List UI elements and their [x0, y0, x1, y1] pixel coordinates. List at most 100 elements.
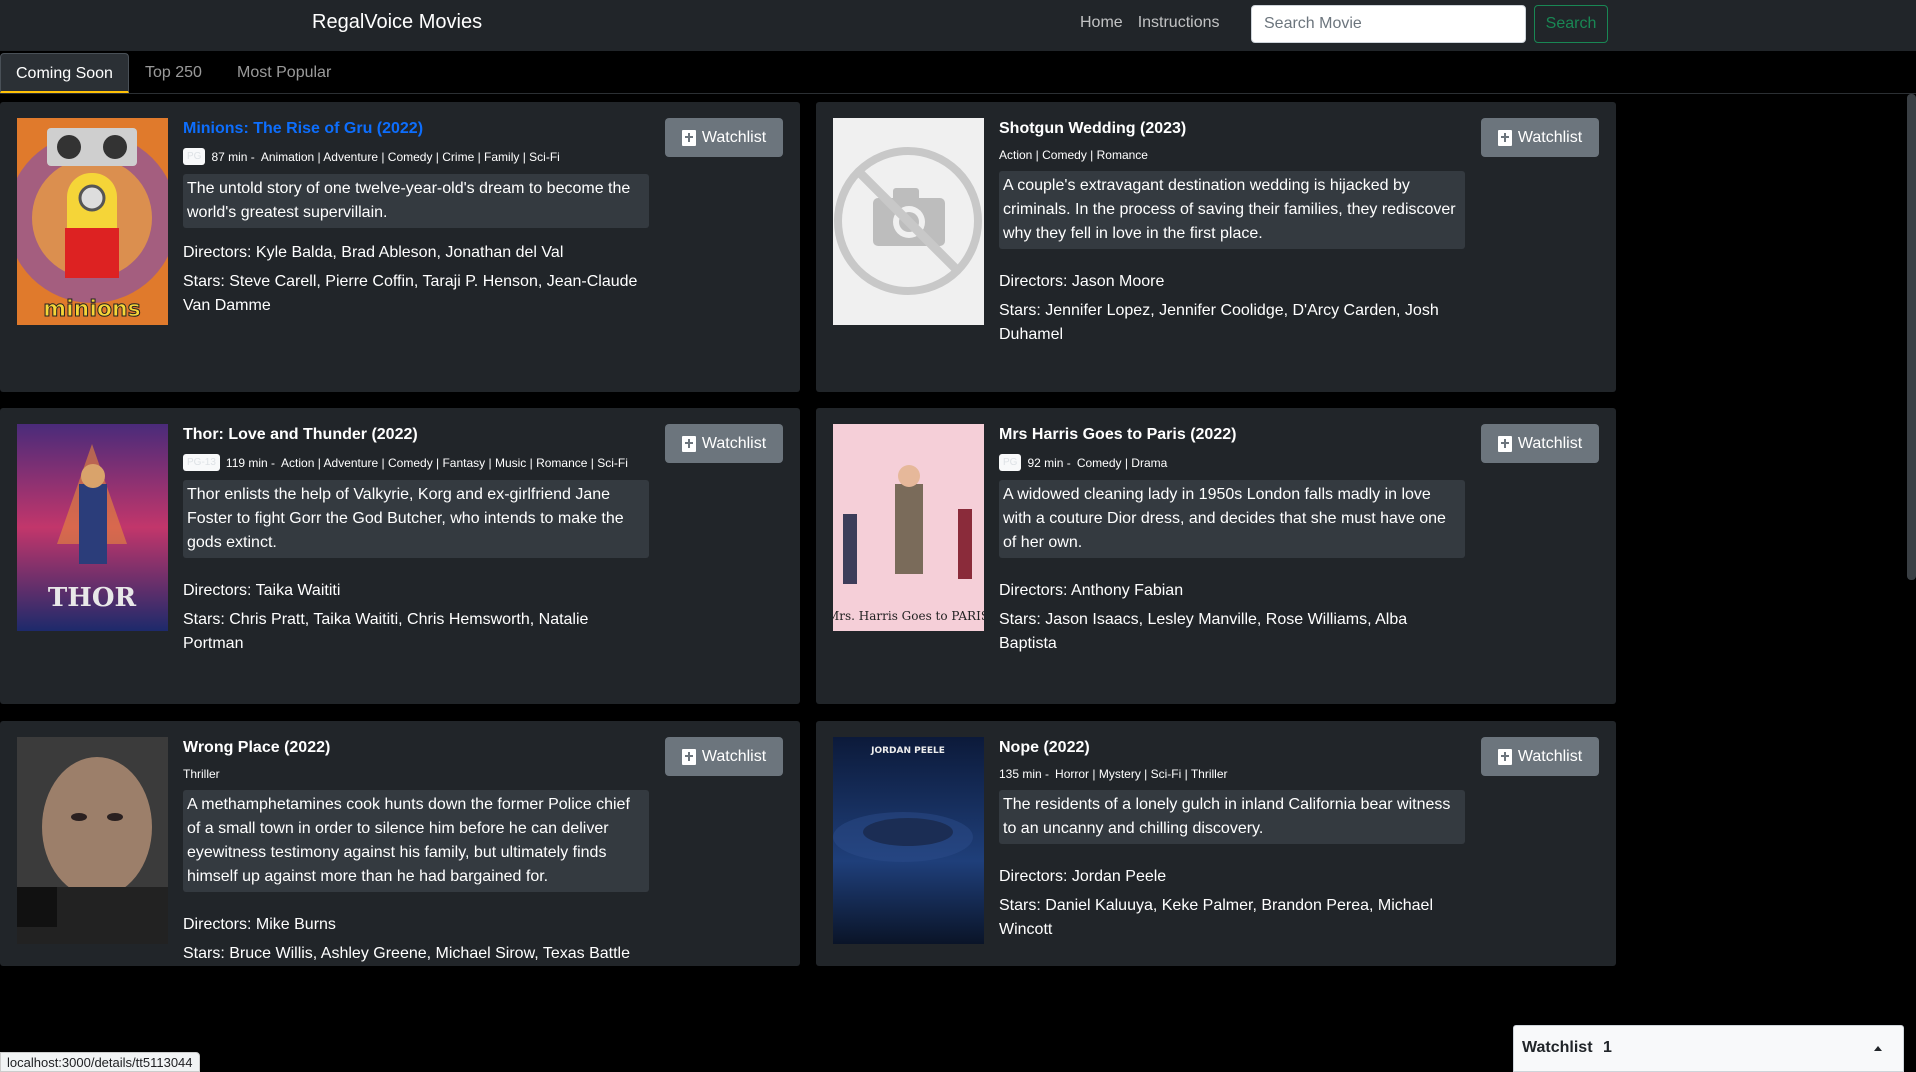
nav-instructions-link[interactable]: Instructions: [1138, 14, 1220, 32]
movie-info: Wrong Place (2022) Thriller A methamphet…: [183, 739, 649, 966]
movie-stars: Stars: Bruce Willis, Ashley Greene, Mich…: [183, 945, 630, 962]
movie-meta: 135 min - Horror | Mystery | Sci-Fi | Th…: [999, 767, 1465, 781]
movie-genres: Action | Adventure | Comedy | Fantasy | …: [281, 455, 628, 470]
tab-most-popular[interactable]: Most Popular: [222, 53, 346, 93]
movie-directors: Directors: Taika Waititi: [183, 582, 341, 599]
watchlist-panel[interactable]: Watchlist 1: [1513, 1025, 1904, 1072]
movie-card: THOR Thor: Love and Thunder (2022) PG-13…: [0, 408, 800, 704]
bookmark-plus-icon: [1497, 129, 1512, 146]
movie-description: The residents of a lonely gulch in inlan…: [999, 790, 1465, 844]
movie-genres: Comedy | Drama: [1076, 455, 1168, 470]
movie-poster[interactable]: minions: [17, 118, 168, 325]
movie-meta: PG-13 119 min - Action | Adventure | Com…: [183, 454, 649, 471]
bookmark-plus-icon: [681, 129, 696, 146]
movie-meta: Thriller: [183, 767, 649, 781]
movie-title[interactable]: Nope (2022): [999, 739, 1465, 757]
status-bar-url: localhost:3000/details/tt5113044: [0, 1052, 200, 1072]
movie-stars: Stars: Daniel Kaluuya, Keke Palmer, Bran…: [999, 897, 1434, 938]
add-to-watchlist-button[interactable]: Watchlist: [665, 118, 783, 157]
movie-title[interactable]: Wrong Place (2022): [183, 739, 649, 757]
movie-genres: Thriller: [183, 767, 220, 781]
movie-stars: Stars: Chris Pratt, Taika Waititi, Chris…: [183, 611, 589, 652]
watchlist-button-label: Watchlist: [701, 434, 767, 452]
movie-directors: Directors: Jason Moore: [999, 273, 1165, 290]
movie-info: Minions: The Rise of Gru (2022) PG 87 mi…: [183, 120, 649, 318]
rating-badge: PG: [183, 148, 206, 165]
tab-coming-soon[interactable]: Coming Soon: [0, 53, 129, 93]
rating-badge: PG: [999, 454, 1022, 471]
movie-genres: Animation | Adventure | Comedy | Crime |…: [260, 149, 560, 164]
search-button[interactable]: Search: [1534, 5, 1608, 43]
add-to-watchlist-button[interactable]: Watchlist: [1481, 737, 1599, 776]
poster-logo-text: JORDAN PEELE: [870, 746, 945, 756]
poster-logo-text: Mrs. Harris Goes to PARIS: [833, 609, 984, 623]
no-image-placeholder-icon[interactable]: [833, 118, 984, 325]
movie-card: Shotgun Wedding (2023) Action | Comedy |…: [816, 102, 1616, 392]
search-input[interactable]: Search Movie: [1251, 5, 1526, 43]
watchlist-button-label: Watchlist: [1517, 747, 1583, 765]
add-to-watchlist-button[interactable]: Watchlist: [1481, 424, 1599, 463]
bookmark-plus-icon: [1497, 748, 1512, 765]
add-to-watchlist-button[interactable]: Watchlist: [665, 737, 783, 776]
nav-links: Home Instructions: [1080, 14, 1220, 32]
movie-info: Thor: Love and Thunder (2022) PG-13 119 …: [183, 426, 649, 656]
brand-title[interactable]: RegalVoice Movies: [312, 11, 482, 34]
movie-meta: PG 92 min - Comedy | Drama: [999, 454, 1465, 471]
watchlist-panel-label: Watchlist: [1522, 1039, 1593, 1056]
movie-genres: Action | Comedy | Romance: [999, 148, 1148, 162]
movie-info: Nope (2022) 135 min - Horror | Mystery |…: [999, 739, 1465, 942]
movie-card: Mrs. Harris Goes to PARIS Mrs Harris Goe…: [816, 408, 1616, 704]
movie-runtime: 92 min -: [1027, 455, 1071, 470]
bookmark-plus-icon: [681, 748, 696, 765]
movie-description: The untold story of one twelve-year-old'…: [183, 174, 649, 228]
movie-stars: Stars: Jennifer Lopez, Jennifer Coolidge…: [999, 302, 1439, 343]
watchlist-button-label: Watchlist: [1517, 434, 1583, 452]
movie-stars: Stars: Steve Carell, Pierre Coffin, Tara…: [183, 273, 638, 314]
poster-logo-text: THOR: [48, 583, 137, 613]
movie-description: A couple's extravagant destination weddi…: [999, 171, 1465, 249]
add-to-watchlist-button[interactable]: Watchlist: [1481, 118, 1599, 157]
movie-card: Wrong Place (2022) Thriller A methamphet…: [0, 721, 800, 966]
add-to-watchlist-button[interactable]: Watchlist: [665, 424, 783, 463]
bookmark-plus-icon: [1497, 435, 1512, 452]
movie-directors: Directors: Mike Burns: [183, 916, 336, 933]
movie-description: A methamphetamines cook hunts down the f…: [183, 790, 649, 892]
movie-info: Mrs Harris Goes to Paris (2022) PG 92 mi…: [999, 426, 1465, 656]
nav-home-link[interactable]: Home: [1080, 14, 1123, 32]
watchlist-button-label: Watchlist: [1517, 128, 1583, 146]
movie-card: minions Minions: The Rise of Gru (2022) …: [0, 102, 800, 392]
caret-up-icon[interactable]: [1874, 1046, 1882, 1051]
bookmark-plus-icon: [681, 435, 696, 452]
movie-description: Thor enlists the help of Valkyrie, Korg …: [183, 480, 649, 558]
movie-runtime: 119 min -: [225, 455, 276, 470]
category-tabs: Coming Soon Top 250 Most Popular: [0, 51, 1916, 94]
top-navbar: RegalVoice Movies Home Instructions Sear…: [0, 0, 1916, 51]
rating-badge: PG-13: [183, 454, 220, 471]
watchlist-button-label: Watchlist: [701, 128, 767, 146]
movie-directors: Directors: Kyle Balda, Brad Ableson, Jon…: [183, 244, 564, 261]
movie-card: JORDAN PEELE Nope (2022) 135 min - Horro…: [816, 721, 1616, 966]
movie-title[interactable]: Thor: Love and Thunder (2022): [183, 426, 649, 444]
movie-directors: Directors: Jordan Peele: [999, 868, 1167, 885]
movie-meta: PG 87 min - Animation | Adventure | Come…: [183, 148, 649, 165]
watchlist-count: 1: [1603, 1039, 1612, 1056]
movie-info: Shotgun Wedding (2023) Action | Comedy |…: [999, 120, 1465, 347]
movie-stars: Stars: Jason Isaacs, Lesley Manville, Ro…: [999, 611, 1408, 652]
movie-meta: Action | Comedy | Romance: [999, 148, 1465, 162]
movie-poster[interactable]: [17, 737, 168, 944]
movie-description: A widowed cleaning lady in 1950s London …: [999, 480, 1465, 558]
movie-runtime: 87 min -: [211, 149, 255, 164]
poster-logo-text: minions: [43, 297, 141, 322]
movie-poster[interactable]: THOR: [17, 424, 168, 631]
watchlist-button-label: Watchlist: [701, 747, 767, 765]
movie-title[interactable]: Minions: The Rise of Gru (2022): [183, 120, 649, 138]
movie-title[interactable]: Shotgun Wedding (2023): [999, 120, 1465, 138]
movie-runtime: 135 min -: [999, 767, 1050, 781]
tab-top-250[interactable]: Top 250: [130, 53, 217, 93]
movie-poster[interactable]: JORDAN PEELE: [833, 737, 984, 944]
page-scrollbar[interactable]: [1907, 94, 1916, 580]
movie-directors: Directors: Anthony Fabian: [999, 582, 1184, 599]
movie-poster[interactable]: Mrs. Harris Goes to PARIS: [833, 424, 984, 631]
movie-title[interactable]: Mrs Harris Goes to Paris (2022): [999, 426, 1465, 444]
movie-genres: Horror | Mystery | Sci-Fi | Thriller: [1055, 767, 1228, 781]
